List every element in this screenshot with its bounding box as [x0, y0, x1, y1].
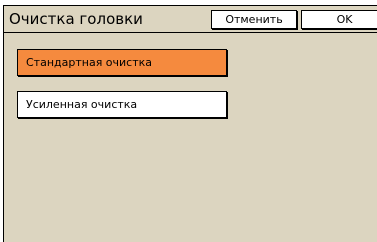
header-bar: Очистка головки Отменить OK	[4, 6, 377, 33]
ok-button[interactable]: OK	[301, 10, 377, 29]
page-title: Очистка головки	[9, 10, 143, 28]
cancel-button[interactable]: Отменить	[211, 10, 297, 29]
standard-cleaning-label: Стандартная очистка	[26, 56, 153, 69]
strong-cleaning-label: Усиленная очистка	[26, 98, 138, 111]
strong-cleaning-option[interactable]: Усиленная очистка	[17, 91, 227, 118]
standard-cleaning-option[interactable]: Стандартная очистка	[17, 49, 227, 76]
head-cleaning-screen: Очистка головки Отменить OK Стандартная …	[3, 5, 377, 242]
